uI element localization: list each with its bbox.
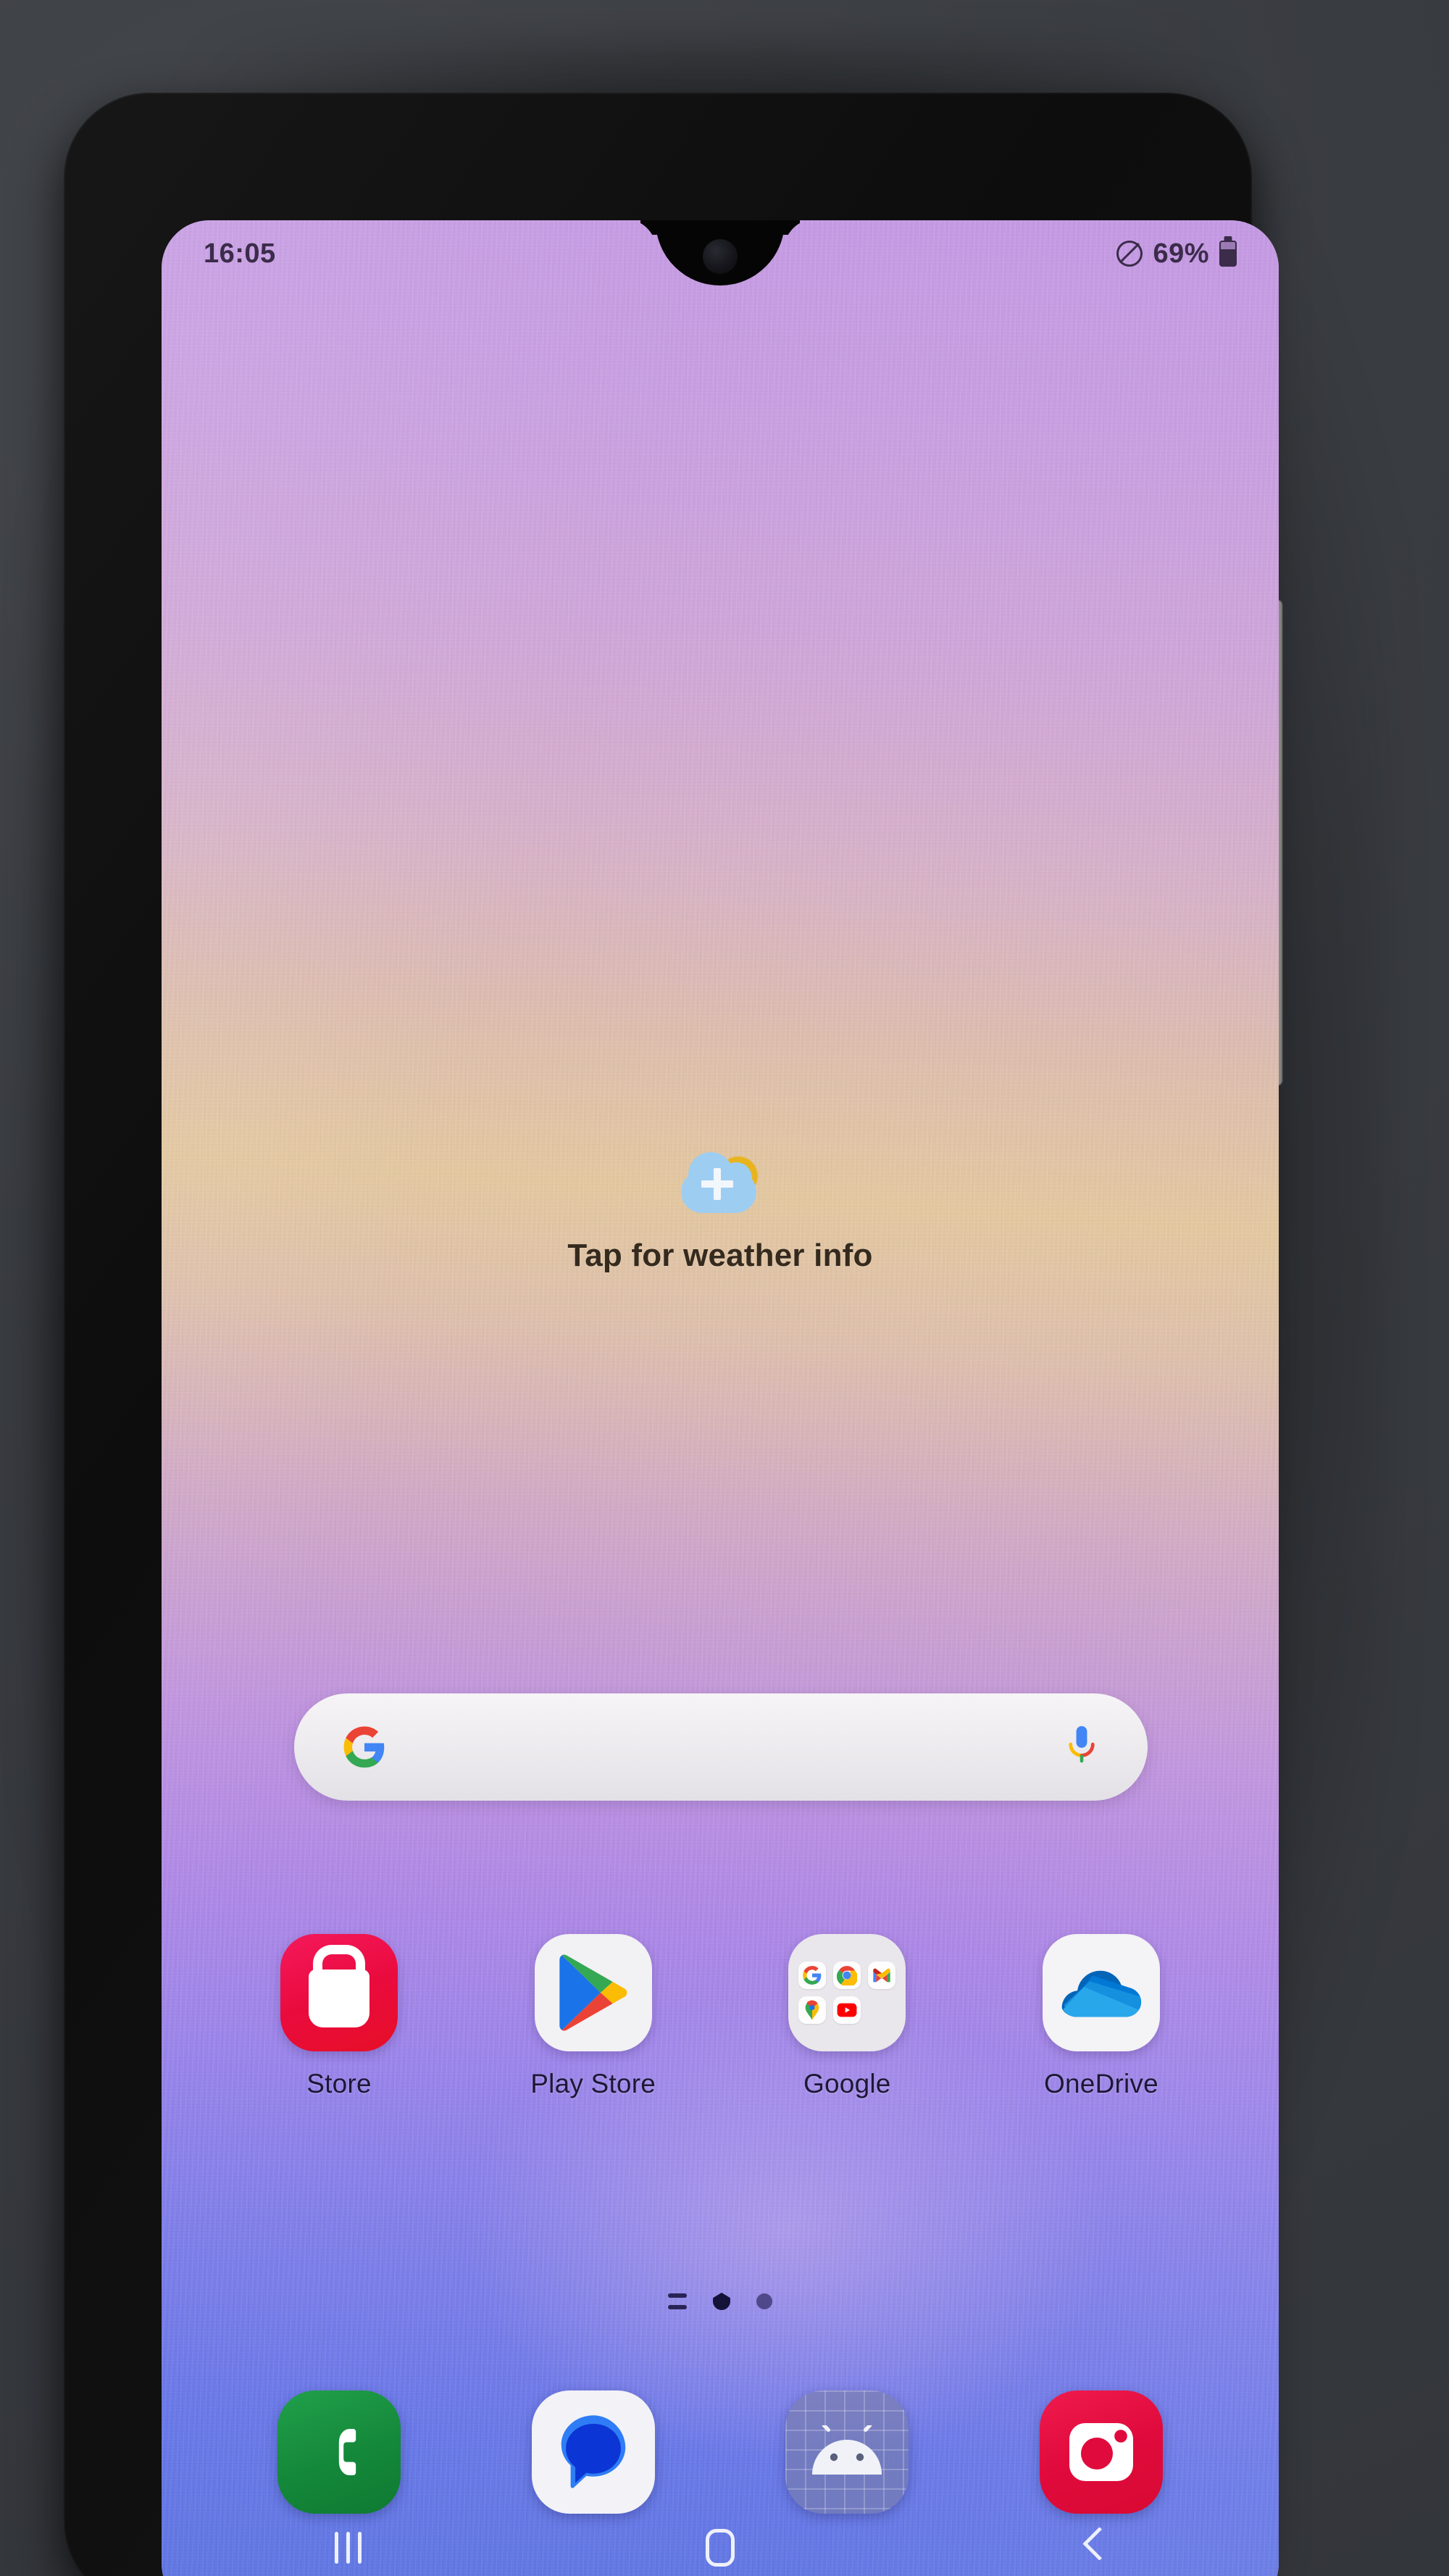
plus-icon [701,1168,733,1200]
navigation-bar [162,2504,1279,2576]
search-input[interactable] [387,1693,1064,1801]
phone-icon[interactable] [277,2390,401,2514]
no-sim-icon [1116,241,1143,267]
youtube-icon [833,1996,861,2024]
gmail-icon [868,1962,896,1989]
galaxy-store-icon[interactable] [280,1934,398,2051]
page-indicator [162,2293,1279,2310]
home-button[interactable] [666,2515,774,2576]
camera-icon[interactable] [1039,2390,1163,2514]
folder-preview-grid [798,1962,896,2024]
google-play-icon[interactable] [534,1934,652,2051]
recents-button[interactable] [293,2515,402,2576]
google-search-bar[interactable] [294,1693,1148,1801]
messages-icon[interactable] [531,2390,655,2514]
status-indicators: 69% [1116,238,1237,270]
weather-widget-label: Tap for weather info [567,1238,873,1273]
phone-body: 16:05 69% Tap for weather info Store Pla… [64,93,1282,2576]
page-dot-discover[interactable] [668,2293,687,2309]
wallpaper-noise [162,220,1279,2576]
battery-percent-label: 69% [1153,238,1209,269]
page-dot-home[interactable] [713,2293,730,2310]
google-g-icon [798,1962,827,1989]
battery-icon [1219,241,1237,267]
back-button[interactable] [1038,2515,1147,2576]
app-grid-row: Store Play Store Google OneDrive [249,1934,1192,2099]
app-label-play-store: Play Store [530,2069,656,2098]
front-camera-icon [703,239,738,274]
app-label-onedrive: OneDrive [1044,2069,1158,2098]
chrome-icon [833,1962,861,1989]
dock [249,2390,1192,2514]
home-icon [706,2529,735,2567]
app-store[interactable]: Store [249,1934,430,2099]
back-chevron-icon [1082,2530,1103,2566]
dock-app-phone[interactable] [249,2390,430,2514]
cloud-plus-sun-icon [677,1152,764,1222]
app-google-folder[interactable]: Google [756,1934,938,2099]
folder-slot-empty [868,1996,895,2024]
maps-pin-icon [798,1996,827,2024]
weather-widget[interactable]: Tap for weather info [162,1152,1279,1274]
phone-screen[interactable]: 16:05 69% Tap for weather info Store Pla… [162,220,1279,2576]
dock-app-messages[interactable] [503,2390,684,2514]
app-onedrive[interactable]: OneDrive [1011,1934,1192,2099]
app-play-store[interactable]: Play Store [503,1934,684,2099]
dock-app-android[interactable] [756,2390,938,2514]
app-label-store: Store [306,2069,372,2098]
onedrive-icon[interactable] [1042,1934,1160,2051]
dock-app-camera[interactable] [1011,2390,1192,2514]
google-mic-icon[interactable] [1064,1725,1100,1770]
recents-icon [334,2532,362,2564]
google-folder-icon[interactable] [788,1934,906,2051]
page-dot-3[interactable] [756,2293,772,2309]
app-label-google: Google [803,2069,891,2098]
shopping-bag-icon [309,1969,369,2027]
google-g-icon [342,1725,387,1770]
android-icon[interactable] [785,2390,909,2514]
status-clock: 16:05 [204,238,276,269]
